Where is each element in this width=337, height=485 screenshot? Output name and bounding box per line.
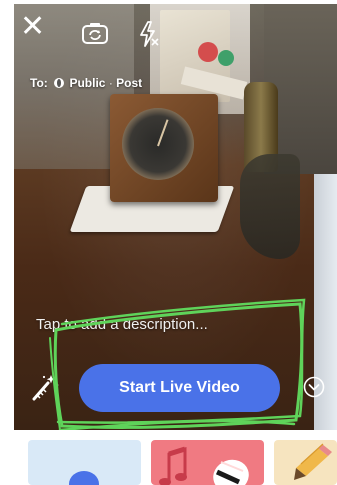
start-live-video-button[interactable]: Start Live Video — [79, 364, 280, 412]
pencil-icon — [294, 443, 332, 480]
tray-tile-music[interactable] — [151, 440, 264, 485]
audience-type: Post — [116, 76, 143, 90]
music-note-icon — [159, 446, 249, 485]
chevron-down-circle-icon[interactable] — [303, 376, 325, 398]
tray-tile-profile[interactable] — [28, 440, 141, 485]
scene-poster-dot — [198, 42, 218, 62]
audience-privacy: Public — [69, 76, 106, 90]
avatar-icon — [69, 471, 99, 485]
close-icon[interactable]: ✕ — [20, 12, 45, 42]
tray-tile-draw[interactable] — [274, 440, 337, 485]
magic-wand-icon[interactable] — [30, 372, 60, 402]
audience-separator: · — [108, 76, 113, 90]
scene-poster-dot — [218, 50, 234, 66]
scene-figurine — [240, 154, 300, 259]
camera-flip-icon[interactable] — [82, 22, 108, 44]
flash-off-icon[interactable] — [136, 20, 160, 48]
globe-icon — [54, 78, 65, 88]
audience-prefix: To: — [30, 76, 48, 90]
description-input[interactable]: Tap to add a description... — [36, 316, 208, 333]
audience-selector[interactable]: To: Public · Post — [30, 76, 142, 90]
